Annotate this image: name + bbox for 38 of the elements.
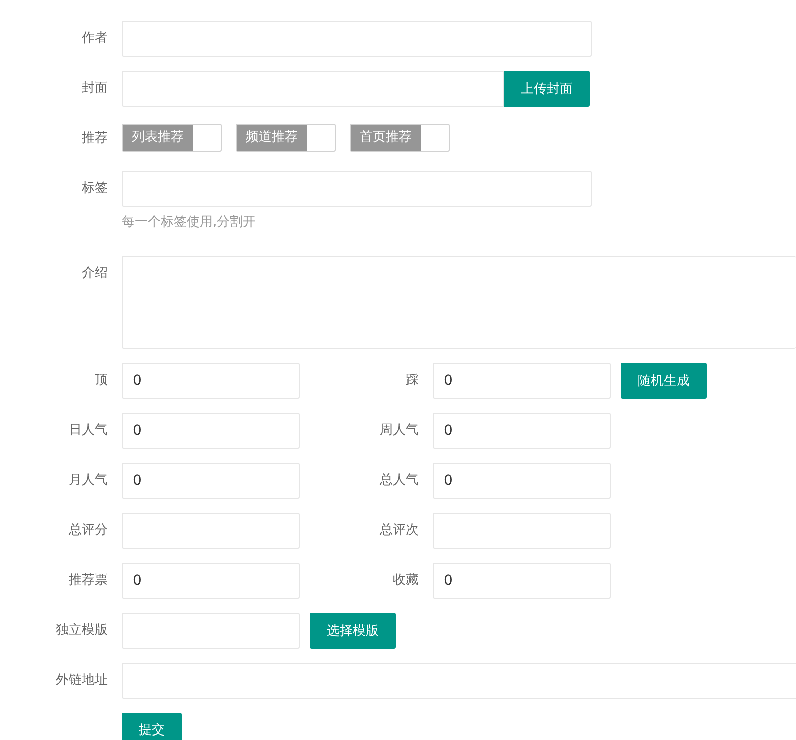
number-input[interactable]: 0 bbox=[433, 563, 611, 599]
text-input[interactable] bbox=[122, 71, 504, 107]
field-label: 作者 bbox=[81, 30, 108, 48]
field-label: 顶 bbox=[94, 372, 108, 390]
text-input[interactable] bbox=[122, 21, 592, 57]
field-label: 周人气 bbox=[379, 422, 419, 440]
number-input[interactable]: 0 bbox=[122, 413, 300, 449]
field-label: 日人气 bbox=[68, 422, 108, 440]
help-text: 每一个标签使用,分割开 bbox=[122, 214, 256, 232]
field-label: 收藏 bbox=[392, 572, 419, 590]
field-label: 总人气 bbox=[379, 472, 419, 490]
number-input[interactable]: 0 bbox=[122, 563, 300, 599]
text-input[interactable] bbox=[122, 613, 300, 649]
field-label: 总评次 bbox=[379, 522, 419, 540]
field-label: 推荐 bbox=[81, 130, 108, 148]
number-input[interactable]: 0 bbox=[433, 413, 611, 449]
submit-button[interactable]: 提交 bbox=[122, 713, 182, 740]
select-button[interactable]: 选择模版 bbox=[310, 613, 396, 649]
number-input[interactable]: 0 bbox=[433, 363, 611, 399]
number-input[interactable] bbox=[122, 513, 300, 549]
text-input[interactable] bbox=[122, 171, 592, 207]
number-input[interactable]: 0 bbox=[122, 363, 300, 399]
url-input[interactable] bbox=[122, 663, 796, 699]
field-label: 介绍 bbox=[81, 265, 108, 283]
field-label: 踩 bbox=[405, 372, 419, 390]
textarea-field[interactable] bbox=[122, 256, 796, 349]
number-input[interactable]: 0 bbox=[122, 463, 300, 499]
field-label: 独立模版 bbox=[55, 622, 108, 640]
field-label: 外链地址 bbox=[55, 672, 108, 690]
number-input[interactable]: 0 bbox=[433, 463, 611, 499]
field-label: 封面 bbox=[81, 80, 108, 98]
field-label: 标签 bbox=[81, 180, 108, 198]
generate-button[interactable]: 随机生成 bbox=[621, 363, 707, 399]
field-label: 推荐票 bbox=[68, 572, 108, 590]
number-input[interactable] bbox=[433, 513, 611, 549]
field-label: 总评分 bbox=[68, 522, 108, 540]
field-label: 月人气 bbox=[68, 472, 108, 490]
upload-button[interactable]: 上传封面 bbox=[504, 71, 590, 107]
